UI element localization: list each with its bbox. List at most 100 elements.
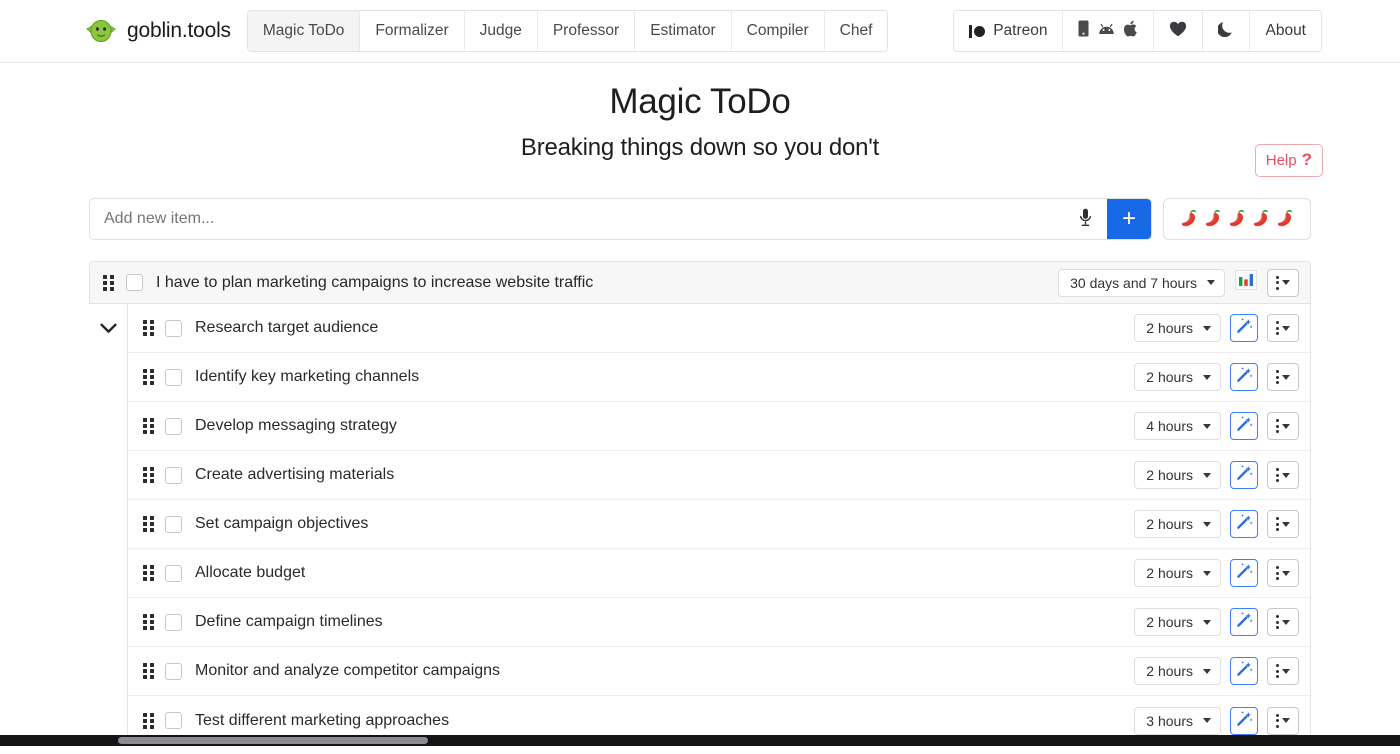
parent-task-menu-button[interactable] [1267, 268, 1299, 297]
brand-logo[interactable]: goblin.tools [84, 18, 231, 44]
subtask-row[interactable]: Allocate budget 2 hours [128, 549, 1310, 598]
magic-wand-button[interactable] [1230, 559, 1258, 587]
subtask-menu-button[interactable] [1267, 608, 1299, 636]
drag-handle-icon[interactable] [143, 467, 154, 483]
subtask-row[interactable]: Develop messaging strategy 4 hours [128, 402, 1310, 451]
subtask-row[interactable]: Identify key marketing channels 2 hours [128, 353, 1310, 402]
drag-handle-icon[interactable] [103, 274, 114, 291]
subtask-checkbox[interactable] [165, 368, 182, 386]
new-item-input[interactable] [90, 199, 1063, 239]
tab-estimator[interactable]: Estimator [635, 11, 732, 51]
magic-wand-button[interactable] [1230, 461, 1258, 489]
chevron-down-icon [1282, 570, 1290, 576]
kebab-menu-icon [1276, 713, 1279, 728]
spice-level-selector[interactable] [1163, 198, 1311, 240]
subtask-checkbox[interactable] [165, 564, 182, 582]
subtask-duration-select[interactable]: 2 hours [1134, 363, 1221, 391]
new-item-input-box: + [89, 198, 1152, 240]
kebab-menu-icon [1276, 664, 1279, 678]
tab-compiler[interactable]: Compiler [731, 11, 825, 51]
chili-pepper-icon[interactable] [1226, 208, 1249, 230]
subtask-menu-button[interactable] [1267, 559, 1299, 587]
goblin-head-icon [84, 18, 118, 44]
kebab-menu-icon [1276, 468, 1279, 482]
subtask-menu-button[interactable] [1267, 706, 1299, 735]
tab-judge[interactable]: Judge [464, 11, 538, 51]
parent-task-checkbox[interactable] [126, 274, 143, 291]
parent-duration-select[interactable]: 30 days and 7 hours [1058, 268, 1225, 297]
moon-icon [1217, 20, 1234, 42]
drag-handle-icon[interactable] [143, 320, 154, 336]
magic-wand-button[interactable] [1230, 657, 1258, 685]
subtask-menu-button[interactable] [1267, 461, 1299, 489]
subtask-row[interactable]: Define campaign timelines 2 hours [128, 598, 1310, 647]
tab-formalizer[interactable]: Formalizer [360, 11, 465, 51]
tab-chef[interactable]: Chef [824, 11, 888, 51]
magic-wand-button[interactable] [1230, 363, 1258, 391]
subtask-row[interactable]: Create advertising materials 2 hours [128, 451, 1310, 500]
subtask-label: Create advertising materials [195, 466, 395, 483]
bar-chart-icon [1235, 270, 1257, 295]
drag-handle-icon[interactable] [143, 369, 154, 385]
subtask-checkbox[interactable] [165, 613, 182, 631]
tab-magic-todo[interactable]: Magic ToDo [247, 11, 361, 51]
app-platforms-button[interactable] [1063, 11, 1155, 51]
drag-handle-icon[interactable] [143, 516, 154, 532]
magic-wand-button[interactable] [1230, 314, 1258, 342]
subtask-duration-select[interactable]: 2 hours [1134, 314, 1221, 342]
subtask-checkbox[interactable] [165, 417, 182, 435]
subtask-checkbox[interactable] [165, 515, 182, 533]
drag-handle-icon[interactable] [143, 712, 154, 729]
drag-handle-icon[interactable] [143, 565, 154, 581]
subtask-duration-select[interactable]: 2 hours [1134, 510, 1221, 538]
magic-wand-button[interactable] [1230, 412, 1258, 440]
subtask-duration-select[interactable]: 4 hours [1134, 412, 1221, 440]
magic-wand-button[interactable] [1230, 608, 1258, 636]
drag-handle-icon[interactable] [143, 418, 154, 434]
subtask-checkbox[interactable] [165, 466, 182, 484]
about-button[interactable]: About [1250, 11, 1321, 51]
subtask-menu-button[interactable] [1267, 510, 1299, 538]
magic-wand-button[interactable] [1230, 510, 1258, 538]
subtask-menu-button[interactable] [1267, 314, 1299, 342]
subtask-checkbox[interactable] [165, 319, 182, 337]
drag-handle-icon[interactable] [143, 614, 154, 630]
patreon-button[interactable]: Patreon [954, 11, 1064, 51]
subtask-duration-select[interactable]: 3 hours [1134, 706, 1221, 735]
collapse-subtasks-toggle[interactable] [89, 304, 127, 353]
parent-task-row[interactable]: I have to plan marketing campaigns to in… [89, 261, 1311, 304]
subtask-menu-button[interactable] [1267, 412, 1299, 440]
drag-handle-icon[interactable] [143, 663, 154, 679]
subtask-row[interactable]: Set campaign objectives 2 hours [128, 500, 1310, 549]
subtask-row[interactable]: Research target audience 2 hours [128, 304, 1310, 353]
subtask-menu-button[interactable] [1267, 363, 1299, 391]
favorites-button[interactable] [1154, 11, 1204, 51]
subtask-duration-select[interactable]: 2 hours [1134, 608, 1221, 636]
subtask-duration-select[interactable]: 2 hours [1134, 559, 1221, 587]
page-heading-block: Magic ToDo Breaking things down so you d… [0, 63, 1400, 162]
estimate-chart-button[interactable] [1234, 270, 1258, 296]
subtask-checkbox[interactable] [165, 662, 182, 680]
chili-pepper-icon[interactable] [1202, 208, 1225, 230]
heart-icon [1169, 21, 1187, 42]
tab-professor[interactable]: Professor [537, 11, 636, 51]
chili-pepper-icon[interactable] [1178, 208, 1201, 230]
magic-wand-button[interactable] [1230, 706, 1258, 735]
subtask-duration-select[interactable]: 2 hours [1134, 657, 1221, 685]
help-button[interactable]: Help ? [1254, 144, 1323, 177]
subtask-row[interactable]: Monitor and analyze competitor campaigns… [128, 647, 1310, 696]
chili-pepper-icon[interactable] [1274, 208, 1297, 230]
chili-pepper-icon[interactable] [1250, 208, 1273, 230]
magic-wand-icon [1236, 366, 1253, 388]
subtask-menu-button[interactable] [1267, 657, 1299, 685]
kebab-menu-icon [1276, 321, 1279, 335]
parent-task-label: I have to plan marketing campaigns to in… [156, 273, 594, 291]
kebab-menu-icon [1276, 419, 1279, 433]
dark-mode-toggle[interactable] [1203, 11, 1251, 51]
subtask-duration-select[interactable]: 2 hours [1134, 461, 1221, 489]
scrollbar-thumb[interactable] [118, 737, 428, 744]
add-item-button[interactable]: + [1107, 199, 1151, 239]
subtask-checkbox[interactable] [165, 712, 182, 729]
horizontal-scrollbar[interactable] [0, 735, 1400, 746]
voice-input-button[interactable] [1063, 199, 1107, 239]
